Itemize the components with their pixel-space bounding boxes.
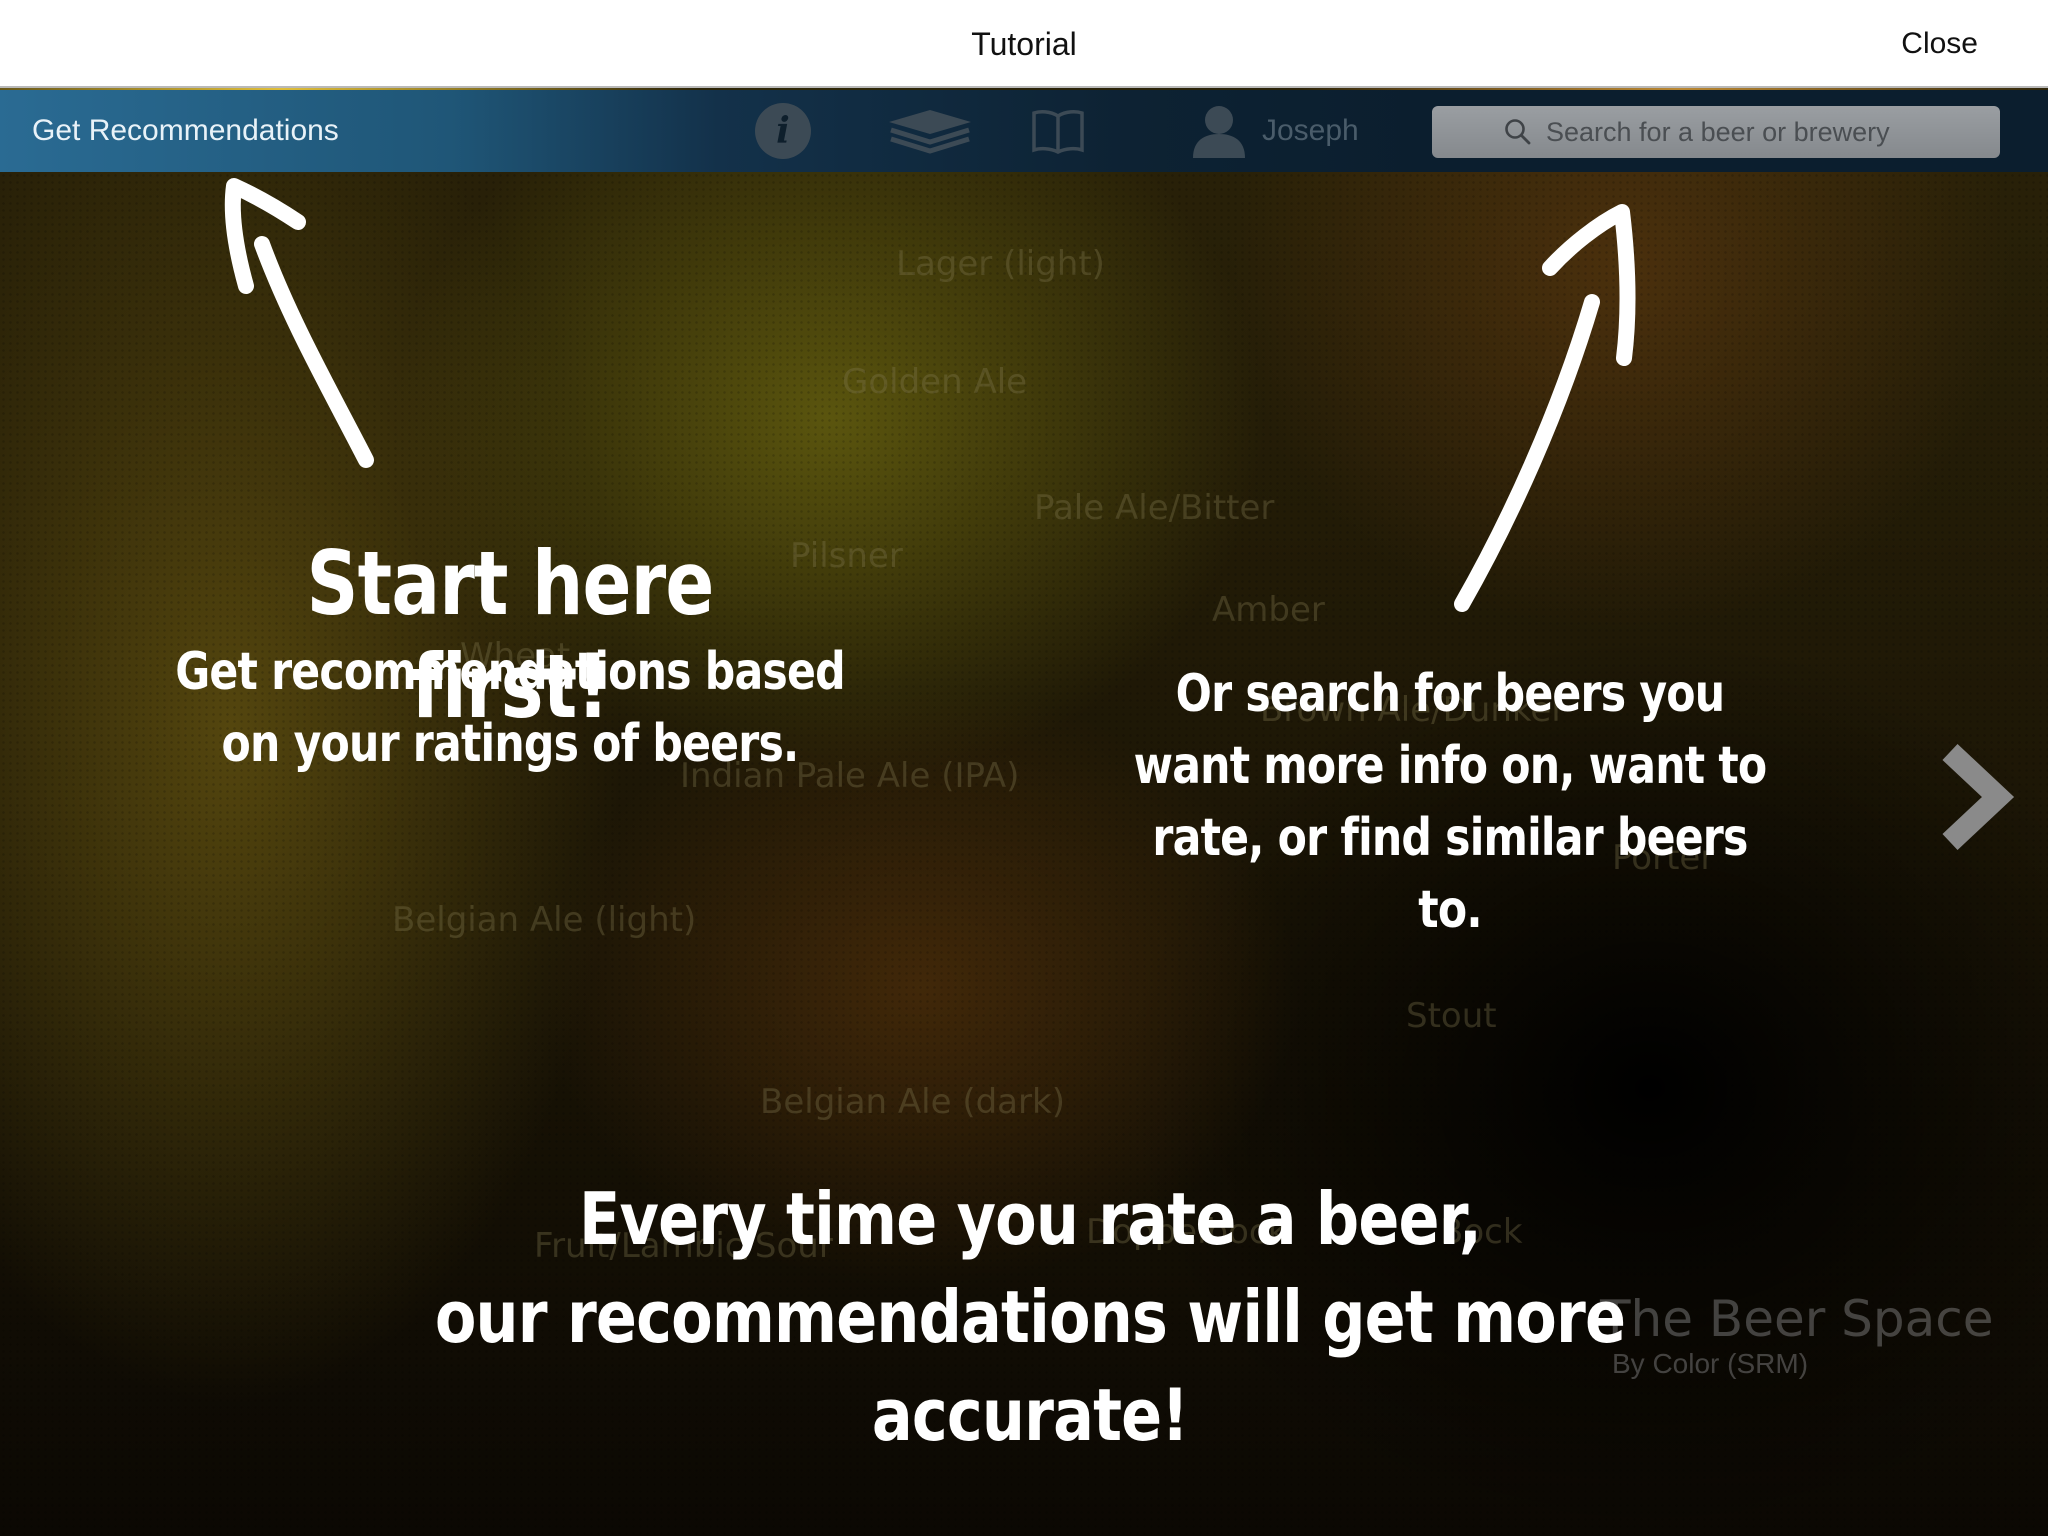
user-icon: [1193, 106, 1245, 158]
search-icon: [1505, 119, 1531, 145]
layers-icon: [889, 110, 971, 154]
style-label: Belgian Ale (dark): [760, 1082, 1065, 1122]
close-button[interactable]: Close: [1901, 0, 1978, 88]
user-name: Joseph: [1262, 114, 1359, 147]
layers-button[interactable]: [884, 90, 976, 172]
search-input[interactable]: [1544, 115, 1928, 149]
style-label: Stout: [1406, 996, 1497, 1036]
info-icon: i: [755, 103, 811, 159]
tutorial-bottom-line-1: Every time you rate a beer,: [579, 1177, 1482, 1261]
tutorial-left-description: Get recommendations based on your rating…: [175, 642, 845, 774]
book-icon: [1032, 110, 1084, 154]
style-label: Lager (light): [896, 244, 1105, 284]
style-label: Pale Ale/Bitter: [1034, 488, 1275, 528]
style-label: Amber: [1212, 590, 1325, 630]
guide-button[interactable]: [1030, 90, 1086, 172]
user-profile-button[interactable]: Joseph: [1190, 90, 1359, 172]
modal-header: Tutorial Close: [0, 0, 2048, 88]
style-label: Golden Ale: [842, 362, 1028, 402]
tutorial-screen: Lager (light) Golden Ale Pale Ale/Bitter…: [0, 0, 2048, 1536]
tutorial-right-description: Or search for beers you want more info o…: [1133, 664, 1768, 940]
svg-text:i: i: [776, 110, 790, 152]
next-page-chevron-icon[interactable]: [1940, 742, 2020, 852]
tutorial-bottom-line-2: our recommendations will get more accura…: [434, 1275, 1626, 1457]
tutorial-bottom-message: Every time you rate a beer, our recommen…: [316, 1170, 1744, 1464]
style-label: Belgian Ale (light): [392, 900, 697, 940]
get-recommendations-button[interactable]: Get Recommendations: [32, 90, 339, 172]
info-button[interactable]: i: [752, 90, 814, 172]
search-bar[interactable]: [1432, 106, 2000, 158]
modal-title: Tutorial: [971, 26, 1077, 62]
